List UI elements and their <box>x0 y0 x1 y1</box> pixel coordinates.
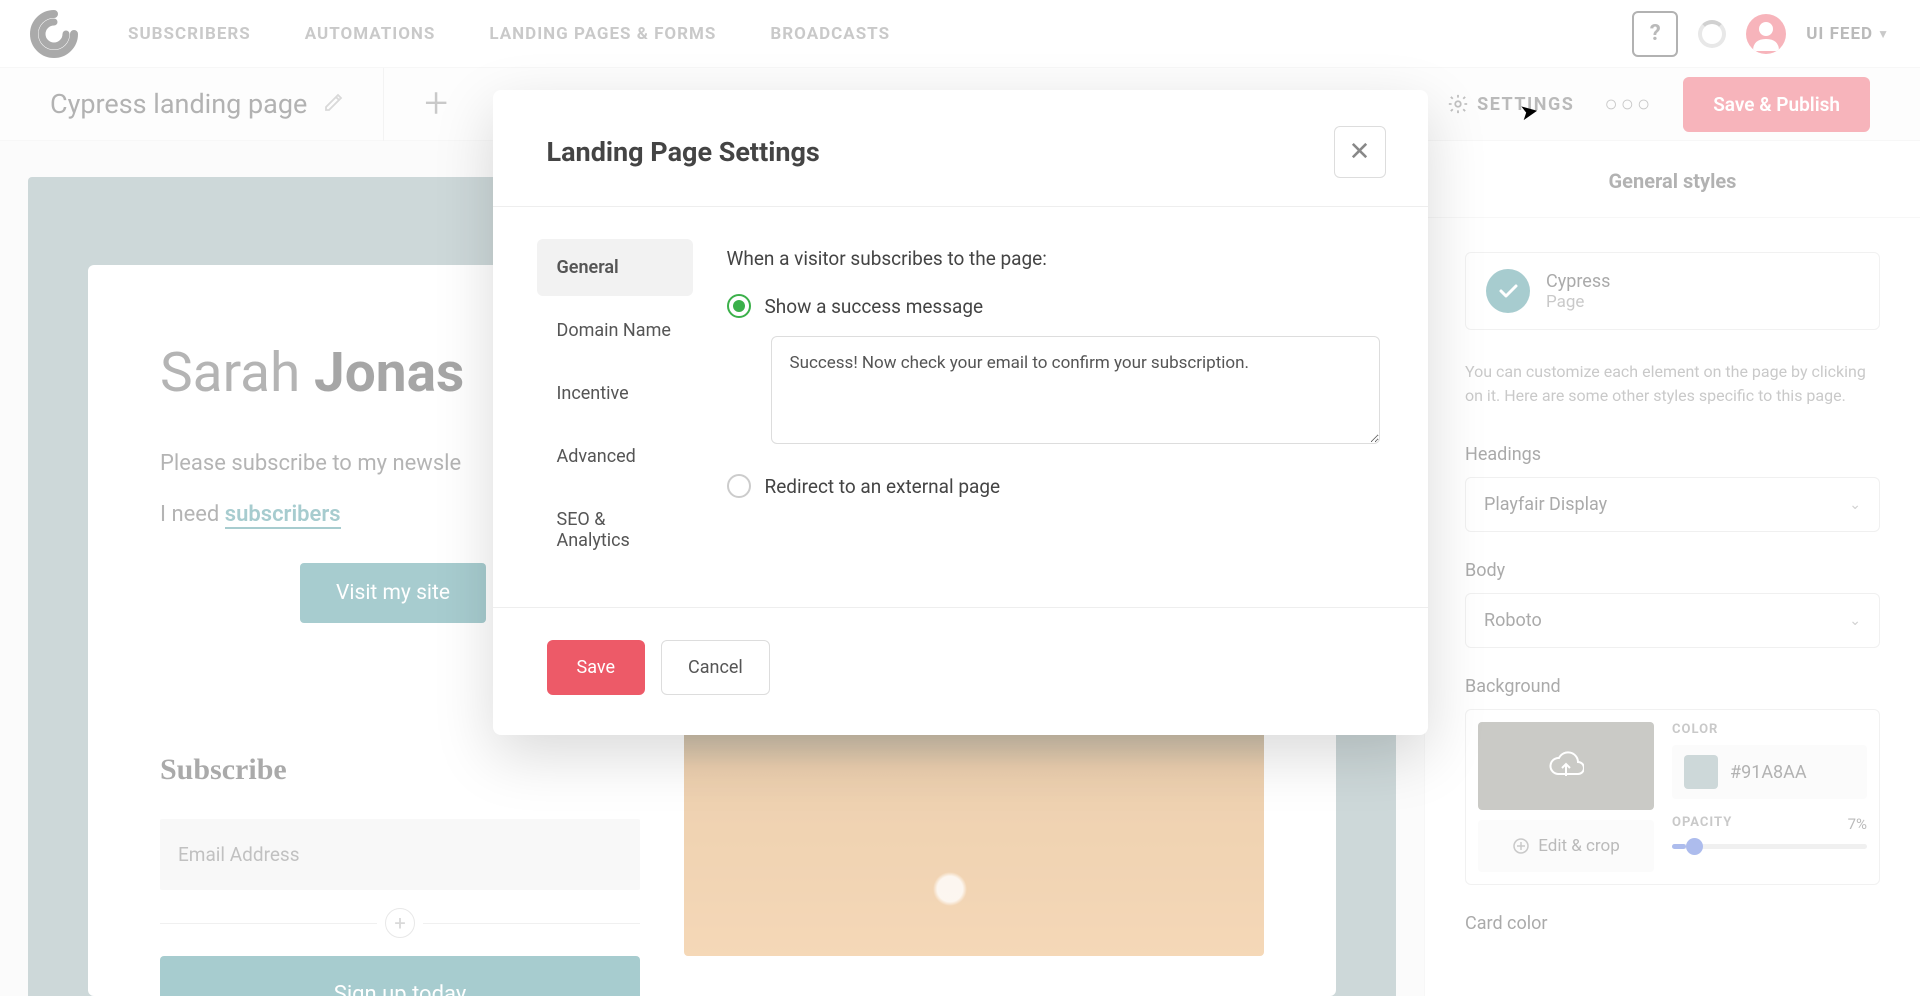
radio-icon <box>727 474 751 498</box>
tab-seo[interactable]: SEO & Analytics <box>537 491 693 569</box>
radio-redirect-label: Redirect to an external page <box>765 475 1001 498</box>
radio-success[interactable]: Show a success message <box>727 294 1380 318</box>
tab-general[interactable]: General <box>537 239 693 296</box>
modal-footer: Save Cancel <box>493 607 1428 735</box>
modal-content: When a visitor subscribes to the page: S… <box>717 207 1428 607</box>
radio-icon <box>727 294 751 318</box>
modal-header: Landing Page Settings ✕ <box>493 90 1428 206</box>
modal-tabs: General Domain Name Incentive Advanced S… <box>493 207 717 607</box>
close-icon: ✕ <box>1349 137 1371 167</box>
cancel-button[interactable]: Cancel <box>661 640 770 695</box>
radio-success-label: Show a success message <box>765 295 984 318</box>
modal-body: General Domain Name Incentive Advanced S… <box>493 206 1428 607</box>
content-label: When a visitor subscribes to the page: <box>727 247 1380 270</box>
radio-redirect[interactable]: Redirect to an external page <box>727 474 1380 498</box>
tab-incentive[interactable]: Incentive <box>537 365 693 422</box>
modal-overlay: Landing Page Settings ✕ General Domain N… <box>0 0 1920 996</box>
settings-modal: Landing Page Settings ✕ General Domain N… <box>493 90 1428 735</box>
success-message-input[interactable] <box>771 336 1380 444</box>
tab-advanced[interactable]: Advanced <box>537 428 693 485</box>
tab-domain[interactable]: Domain Name <box>537 302 693 359</box>
modal-title: Landing Page Settings <box>547 136 820 168</box>
save-button[interactable]: Save <box>547 640 646 695</box>
close-button[interactable]: ✕ <box>1334 126 1386 178</box>
